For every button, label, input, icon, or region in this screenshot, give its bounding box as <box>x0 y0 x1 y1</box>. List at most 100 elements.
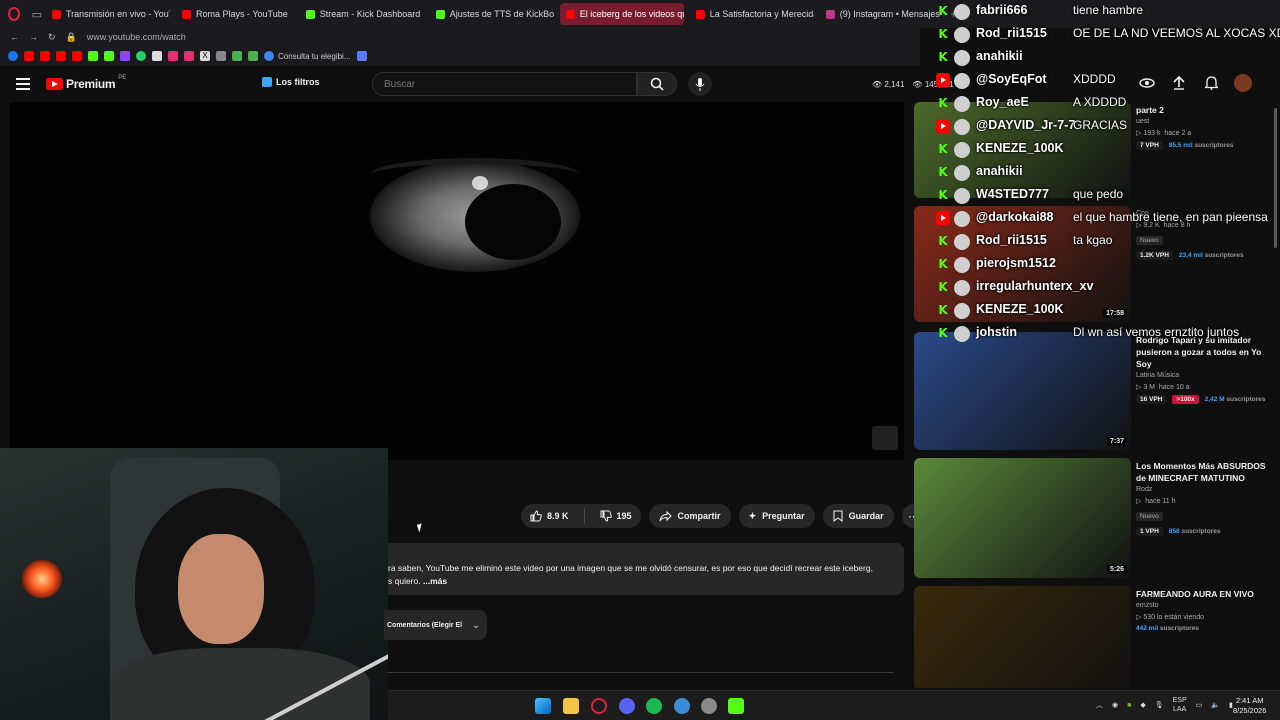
youtube-bookmark-icon[interactable] <box>56 51 66 61</box>
gemini-bookmark-icon[interactable] <box>356 51 367 61</box>
reload-icon[interactable]: ↻ <box>48 32 56 43</box>
browser-tab[interactable]: Stream - Kick Dashboard <box>300 3 424 25</box>
chat-avatar <box>954 165 970 181</box>
tray-nvidia-icon[interactable]: ■ <box>1127 702 1131 709</box>
show-more-link[interactable]: ...más <box>423 576 447 586</box>
volume-icon[interactable]: 🔈 <box>1211 701 1220 709</box>
chat-avatar <box>954 27 970 43</box>
instagram-bookmark-icon[interactable] <box>184 51 194 61</box>
forward-icon[interactable]: → <box>29 32 38 42</box>
obs-taskbar-icon[interactable] <box>701 698 717 714</box>
browser-tab[interactable]: Ajustes de TTS de KickBot <box>430 3 554 25</box>
player-corner-button[interactable] <box>872 426 898 450</box>
youtube-bookmark-icon[interactable] <box>24 51 34 61</box>
region-code: PE <box>118 75 127 81</box>
chat-text: XDDDD <box>1073 72 1116 86</box>
kick-bookmark-icon[interactable] <box>104 51 114 61</box>
channel-name[interactable]: emzsto <box>1136 602 1276 609</box>
thumbs-up-icon <box>530 510 542 522</box>
settings-bookmark-icon[interactable] <box>216 51 226 61</box>
recommended-video[interactable]: 7:37 Rodrigo Tapari y su imitador pusiero… <box>914 332 1280 458</box>
search-input[interactable]: Buscar <box>372 72 637 96</box>
tray-app-icon[interactable]: ◆ <box>1140 701 1145 709</box>
chat-avatar <box>954 119 970 135</box>
opera-logo-icon[interactable] <box>0 0 28 28</box>
kick-platform-icon: K <box>938 165 948 179</box>
youtube-bookmark-icon[interactable] <box>72 51 82 61</box>
ask-button[interactable]: ✦ Preguntar <box>738 504 815 528</box>
discord-taskbar-icon[interactable] <box>619 698 635 714</box>
network-icon[interactable]: ▭ <box>1196 701 1203 709</box>
hamburger-menu-icon[interactable] <box>16 78 30 90</box>
chat-message: K KENEZE_100K <box>936 299 1280 322</box>
chat-username: KENEZE_100K <box>976 141 1064 155</box>
image-bookmark-icon[interactable] <box>168 51 178 61</box>
tab-label: La Satisfactoria y Merecida <box>709 9 814 19</box>
youtube-bookmark-icon[interactable] <box>40 51 50 61</box>
video-title[interactable]: FARMEANDO AURA EN VIVO <box>1136 588 1276 600</box>
chat-username: Rod_rii1515 <box>976 26 1047 40</box>
x-bookmark-icon[interactable]: X <box>200 51 210 61</box>
share-button[interactable]: Compartir <box>648 504 731 528</box>
video-description[interactable]: ra saben, YouTube me eliminó este video … <box>388 543 904 595</box>
search-icon <box>650 77 664 91</box>
url-text[interactable]: www.youtube.com/watch <box>87 32 186 42</box>
video-thumbnail[interactable] <box>914 586 1131 688</box>
drive-bookmark-icon[interactable] <box>232 51 242 61</box>
video-thumbnail[interactable]: 7:37 <box>914 332 1131 450</box>
instagram-bookmark-icon[interactable] <box>152 51 162 61</box>
save-button[interactable]: Guardar <box>822 504 894 528</box>
video-frame-highlight <box>472 176 488 190</box>
kick-bookmark-icon[interactable] <box>88 51 98 61</box>
comments-sort-dropdown[interactable]: Comentarios (Elegir El ⌄ <box>384 610 487 640</box>
browser-tab[interactable]: Transmisión en vivo - YouT <box>46 3 170 25</box>
bookmarks-bar: X Consulta tu elegibi... <box>0 46 920 66</box>
tray-chevron-icon[interactable]: ︿ <box>1096 700 1103 710</box>
whatsapp-bookmark-icon[interactable] <box>136 51 146 61</box>
chat-username: @DAYVID_Jr-7-7 <box>976 118 1076 132</box>
browser-tab[interactable]: Roma Plays - YouTube <box>176 3 294 25</box>
search-button[interactable] <box>637 72 677 96</box>
system-clock[interactable]: 2:41 AM 8/25/2026 <box>1233 696 1266 716</box>
video-thumbnail[interactable]: 5:26 <box>914 458 1131 578</box>
chat-message: Kfabrii666 tiene hambre <box>936 0 1280 23</box>
description-line-1: ra saben, YouTube me eliminó este video … <box>388 563 873 573</box>
youtube-logo[interactable]: Premium PE <box>46 75 127 91</box>
chat-avatar <box>954 96 970 112</box>
tab-label: Roma Plays - YouTube <box>196 9 288 19</box>
like-button[interactable]: 8.9 K <box>521 504 578 528</box>
browser-tab[interactable]: (9) Instagram • Mensajes <box>820 3 944 25</box>
chat-username: KENEZE_100K <box>976 302 1064 316</box>
tray-discord-icon[interactable]: ◉ <box>1112 701 1118 709</box>
file-explorer-icon[interactable] <box>563 698 579 714</box>
opera-taskbar-icon[interactable] <box>591 698 607 714</box>
video-title[interactable]: Los Momentos Más ABSURDOS de MINECRAFT M… <box>1136 460 1276 484</box>
vph-badge: 1 VPH <box>1136 527 1163 536</box>
channel-name[interactable]: Rodz <box>1136 486 1276 493</box>
like-divider <box>583 508 585 524</box>
browser-tab[interactable]: El iceberg de los videos qu <box>559 3 684 25</box>
start-menu-icon[interactable] <box>535 698 551 714</box>
channel-name[interactable]: Latina Música <box>1136 372 1276 379</box>
edge-taskbar-icon[interactable] <box>674 698 690 714</box>
tab-menu-icon[interactable]: ▭ <box>28 0 46 28</box>
recommended-video[interactable]: FARMEANDO AURA EN VIVO emzsto ▷ 530 lo est… <box>914 586 1280 688</box>
dislike-button[interactable]: 195 <box>591 504 641 528</box>
spotify-taskbar-icon[interactable] <box>646 698 662 714</box>
back-icon[interactable]: ← <box>10 32 19 42</box>
tray-mic-icon[interactable]: 🎙 <box>1155 701 1164 709</box>
chat-message: Kanahikii <box>936 161 1280 184</box>
microphone-icon <box>695 77 705 91</box>
twitch-bookmark-icon[interactable] <box>120 51 130 61</box>
input-language[interactable]: ESP LAA <box>1173 696 1187 714</box>
facebook-bookmark-icon[interactable] <box>8 51 18 61</box>
kick-taskbar-icon[interactable] <box>728 698 744 714</box>
drive-bookmark-icon[interactable] <box>248 51 258 61</box>
recommended-video[interactable]: 5:26 Los Momentos Más ABSURDOS de MINECRA… <box>914 458 1280 586</box>
chat-avatar <box>954 73 970 89</box>
voice-search-button[interactable] <box>688 72 712 96</box>
browser-tab[interactable]: La Satisfactoria y Merecida <box>690 3 814 25</box>
google-bookmark[interactable]: Consulta tu elegibi... <box>264 51 351 61</box>
video-player[interactable] <box>10 102 904 460</box>
filters-extension-button[interactable]: Los filtros <box>262 77 320 87</box>
